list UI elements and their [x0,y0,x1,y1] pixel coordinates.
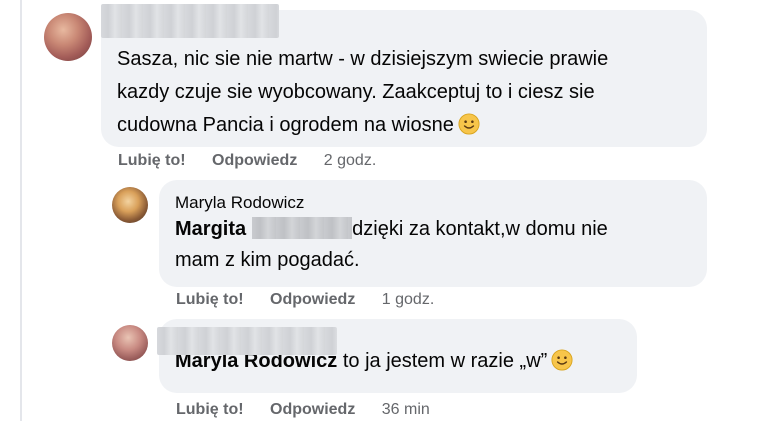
comment-timestamp[interactable]: 36 min [382,401,430,418]
comment-actions: Lubię to! Odpowiedz 1 godz. [176,291,434,309]
thread-divider [20,0,22,421]
comment-bubble: Maryla Rodowicz Margita dzięki za kontakt… [159,180,707,287]
like-button[interactable]: Lubię to! [118,152,186,169]
slightly-smiling-face-icon [458,113,480,135]
comment-text-line: kazdy czuje sie wyobcowany. Zaakceptuj t… [117,81,595,103]
like-button[interactable]: Lubię to! [176,401,244,418]
comment-text-line: Margita dzięki za kontakt,w domu nie [175,214,691,245]
reply-button[interactable]: Odpowiedz [212,152,297,169]
comment-text-fragment: cudowna Pancia i ogrodem na wiosne [117,114,454,136]
comment-timestamp[interactable]: 1 godz. [382,291,434,308]
comment-text-fragment: dzięki za kontakt,w domu nie [352,218,608,240]
comment-text-line: cudowna Pancia i ogrodem na wiosne [117,109,691,142]
comment-text-fragment: to ja jestem w razie „w” [342,350,548,372]
avatar[interactable] [112,187,148,223]
slightly-smiling-face-icon [551,349,573,371]
comment-actions: Lubię to! Odpowiedz 2 godz. [118,152,376,170]
comment-bubble: Sasza, nic sie nie martw - w dzisiejszym… [101,4,707,147]
comment-actions: Lubię to! Odpowiedz 36 min [176,401,430,419]
comment-text-line: mam z kim pogadać. [175,249,360,271]
redacted-author-name [157,327,337,355]
avatar[interactable] [44,13,92,61]
mention-link[interactable]: Margita [175,218,246,240]
comment-text-line: Sasza, nic sie nie martw - w dzisiejszym… [117,48,609,70]
reply-button[interactable]: Odpowiedz [270,291,355,308]
like-button[interactable]: Lubię to! [176,291,244,308]
redacted-mention-surname [252,217,353,239]
avatar[interactable] [112,325,148,361]
comment-timestamp[interactable]: 2 godz. [324,152,376,169]
comment-author[interactable]: Maryla Rodowicz [175,192,691,214]
redacted-author-name [101,4,279,38]
reply-button[interactable]: Odpowiedz [270,401,355,418]
comment-bubble: Maryla Rodowicz to ja jestem w razie „w” [157,319,637,393]
comment-thread: Sasza, nic sie nie martw - w dzisiejszym… [0,0,759,421]
